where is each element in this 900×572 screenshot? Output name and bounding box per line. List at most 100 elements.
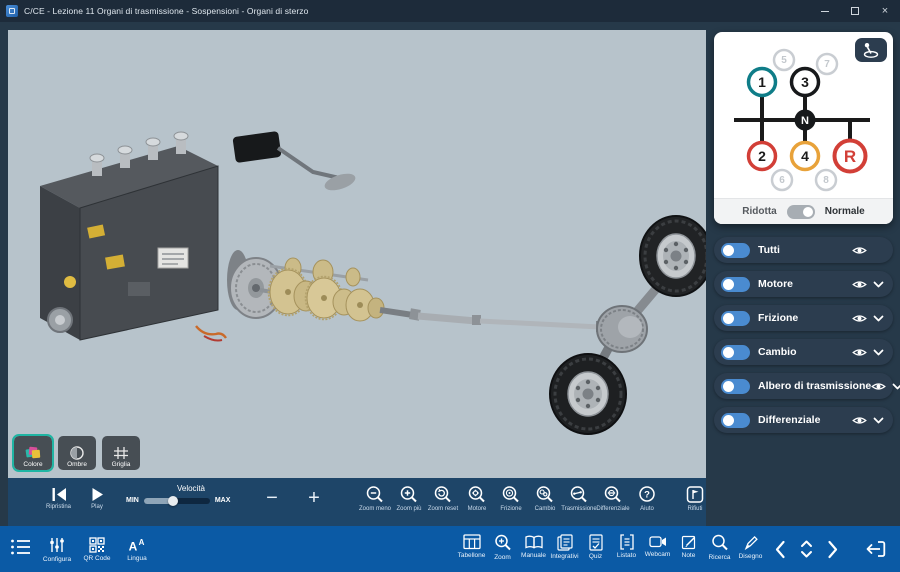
eye-button[interactable] bbox=[852, 347, 867, 358]
zoom-in-button[interactable]: Zoom più bbox=[392, 485, 426, 512]
quiz-sheet-icon bbox=[588, 534, 604, 551]
gear-n-button[interactable]: N bbox=[795, 110, 816, 131]
manuale-button[interactable]: Manuale bbox=[518, 534, 549, 561]
zoom-out-button[interactable]: Zoom meno bbox=[358, 485, 392, 512]
prev-button[interactable] bbox=[774, 540, 786, 564]
color-layers-icon bbox=[25, 446, 41, 460]
gear-1-button[interactable]: 1 bbox=[749, 69, 776, 96]
ricerca-button[interactable]: Ricerca bbox=[704, 534, 735, 561]
chevron-down-button[interactable] bbox=[873, 417, 884, 424]
eye-button[interactable] bbox=[852, 415, 867, 426]
maximize-button[interactable] bbox=[840, 0, 870, 22]
close-button[interactable]: × bbox=[870, 0, 900, 22]
tabellone-button[interactable]: Tabellone bbox=[456, 534, 487, 561]
gear-5-button[interactable]: 5 bbox=[774, 50, 794, 70]
gear-4-button[interactable]: 4 bbox=[792, 143, 819, 170]
layer-row-frizione[interactable]: Frizione bbox=[714, 305, 893, 331]
layer-label: Tutti bbox=[758, 244, 780, 256]
language-icon: A A bbox=[128, 537, 146, 553]
expand-collapse-button[interactable] bbox=[799, 539, 814, 564]
zoom-frizione-button[interactable]: Frizione bbox=[494, 485, 528, 512]
wheel-rear-model[interactable] bbox=[640, 216, 706, 296]
layer-label: Frizione bbox=[758, 312, 798, 324]
zoom-trasmissione-button[interactable]: Trasmissione bbox=[562, 485, 596, 512]
app-icon bbox=[6, 5, 18, 17]
layer-row-albero[interactable]: Albero di trasmissione bbox=[714, 373, 893, 399]
zoom-tool-button[interactable]: Zoom bbox=[487, 534, 518, 561]
eye-button[interactable] bbox=[852, 279, 867, 290]
zoom-motore-button[interactable]: Motore bbox=[460, 485, 494, 512]
layer-toggle[interactable] bbox=[721, 345, 750, 360]
integrativi-button[interactable]: Integrativi bbox=[549, 534, 580, 561]
minimize-button[interactable] bbox=[810, 0, 840, 22]
quiz-button[interactable]: Quiz bbox=[580, 534, 611, 561]
eye-icon bbox=[852, 415, 867, 426]
eye-button[interactable] bbox=[871, 381, 886, 392]
qr-code-icon bbox=[89, 537, 105, 553]
zoom-cambio-button[interactable]: Cambio bbox=[528, 485, 562, 512]
layer-row-cambio[interactable]: Cambio bbox=[714, 339, 893, 365]
3d-viewport[interactable]: Colore Ombre Griglia bbox=[8, 30, 706, 478]
gear-6-button[interactable]: 6 bbox=[772, 170, 792, 190]
colore-button[interactable]: Colore bbox=[14, 436, 52, 470]
layer-toggle[interactable] bbox=[721, 379, 750, 394]
range-toggle[interactable] bbox=[787, 205, 815, 219]
svg-text:A: A bbox=[139, 538, 145, 547]
ripristina-button[interactable]: Ripristina bbox=[46, 487, 71, 510]
chevron-down-button[interactable] bbox=[873, 315, 884, 322]
next-button[interactable] bbox=[827, 540, 839, 564]
layer-toggle[interactable] bbox=[721, 311, 750, 326]
eye-icon bbox=[852, 279, 867, 290]
webcam-button[interactable]: Webcam bbox=[642, 534, 673, 561]
listato-button[interactable]: Listato bbox=[611, 534, 642, 561]
chevron-down-button[interactable] bbox=[873, 281, 884, 288]
gearbox-model[interactable] bbox=[260, 258, 384, 321]
rifiuti-button[interactable]: Rifiuti bbox=[678, 485, 712, 512]
note-button[interactable]: Note bbox=[673, 534, 704, 561]
layer-toggle[interactable] bbox=[721, 277, 750, 292]
wheel-front-model[interactable] bbox=[550, 354, 626, 434]
layer-row-motore[interactable]: Motore bbox=[714, 271, 893, 297]
svg-text:A: A bbox=[129, 539, 138, 553]
gear-2-button[interactable]: 2 bbox=[749, 143, 776, 170]
eye-icon bbox=[852, 347, 867, 358]
gear-r-button[interactable]: R bbox=[835, 141, 866, 172]
lingua-button[interactable]: A A Lingua bbox=[122, 537, 152, 562]
eye-icon bbox=[852, 245, 867, 256]
up-down-chevrons-icon bbox=[799, 539, 814, 559]
exit-button[interactable] bbox=[864, 539, 887, 564]
chevron-left-icon bbox=[774, 540, 786, 559]
layer-label: Albero di trasmissione bbox=[758, 380, 871, 392]
layer-row-differenziale[interactable]: Differenziale bbox=[714, 407, 893, 433]
layer-toggle[interactable] bbox=[721, 243, 750, 258]
gear-8-button[interactable]: 8 bbox=[816, 170, 836, 190]
plus-button[interactable]: + bbox=[302, 486, 326, 510]
chevron-down-button[interactable] bbox=[892, 383, 900, 390]
minus-button[interactable]: − bbox=[260, 486, 284, 510]
gear-7-button[interactable]: 7 bbox=[817, 54, 837, 74]
zoom-differenziale-button[interactable]: Differenziale bbox=[596, 485, 630, 512]
disegno-button[interactable]: Disegno bbox=[735, 534, 766, 561]
zoom-reset-button[interactable]: Zoom reset bbox=[426, 485, 460, 512]
configura-button[interactable]: Configura bbox=[42, 536, 72, 563]
play-button[interactable]: Play bbox=[90, 487, 104, 510]
slider-knob[interactable] bbox=[168, 496, 178, 506]
svg-text:1: 1 bbox=[758, 74, 766, 90]
qr-code-button[interactable]: QR Code bbox=[82, 537, 112, 562]
zoom-clutch-icon bbox=[501, 485, 521, 504]
eye-button[interactable] bbox=[852, 245, 867, 256]
gear-3-button[interactable]: 3 bbox=[792, 69, 819, 96]
3d-scene[interactable] bbox=[8, 30, 706, 478]
pen-icon bbox=[743, 534, 759, 551]
aiuto-button[interactable]: ? Aiuto bbox=[630, 485, 664, 512]
griglia-button[interactable]: Griglia bbox=[102, 436, 140, 470]
driveshaft-model[interactable] bbox=[380, 308, 606, 332]
ombre-button[interactable]: Ombre bbox=[58, 436, 96, 470]
menu-button[interactable] bbox=[10, 538, 32, 561]
layer-toggle[interactable] bbox=[721, 413, 750, 428]
chevron-down-button[interactable] bbox=[873, 349, 884, 356]
speed-slider[interactable] bbox=[144, 498, 210, 504]
eye-button[interactable] bbox=[852, 313, 867, 324]
layer-row-tutti[interactable]: Tutti bbox=[714, 237, 893, 263]
svg-text:7: 7 bbox=[824, 59, 830, 70]
